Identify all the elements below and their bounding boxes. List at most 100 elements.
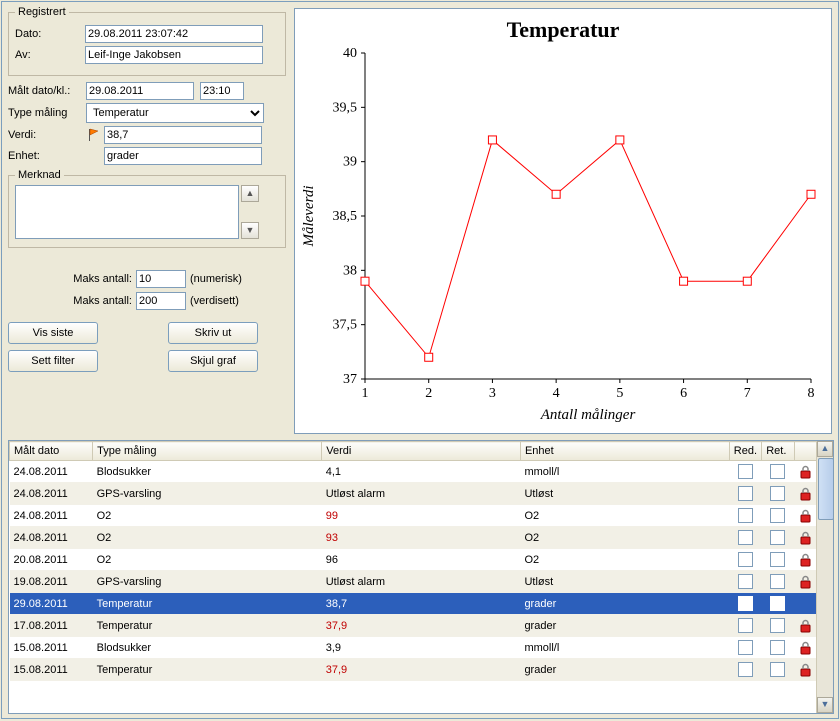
cell-value: 37,9 — [322, 659, 521, 681]
table-row[interactable]: 20.08.2011O296O2 — [10, 549, 817, 571]
max-valueset-label: Maks antall: — [8, 295, 136, 307]
table-row[interactable]: 24.08.2011O299O2 — [10, 505, 817, 527]
cell-value: 3,9 — [322, 637, 521, 659]
cell-red[interactable] — [729, 637, 761, 659]
cell-red[interactable] — [729, 615, 761, 637]
svg-text:40: 40 — [343, 46, 357, 61]
cell-red[interactable] — [729, 505, 761, 527]
note-textarea[interactable] — [15, 185, 239, 239]
cell-type: Blodsukker — [93, 461, 322, 483]
svg-text:8: 8 — [808, 386, 815, 401]
cell-red[interactable] — [729, 461, 761, 483]
max-numeric-input[interactable] — [136, 270, 186, 288]
cell-red[interactable] — [729, 549, 761, 571]
checkbox-red[interactable] — [738, 618, 753, 633]
scroll-thumb[interactable] — [818, 458, 834, 520]
table-row[interactable]: 24.08.2011GPS-varslingUtløst alarmUtløst — [10, 483, 817, 505]
cell-date: 24.08.2011 — [10, 527, 93, 549]
checkbox-red[interactable] — [738, 530, 753, 545]
registered-date-field — [85, 25, 263, 43]
vis-siste-button[interactable]: Vis siste — [8, 322, 98, 344]
col-header-ret[interactable]: Ret. — [762, 442, 794, 461]
cell-type: O2 — [93, 505, 322, 527]
cell-red[interactable] — [729, 571, 761, 593]
checkbox-ret[interactable] — [770, 618, 785, 633]
type-select[interactable]: Temperatur — [86, 103, 264, 123]
cell-ret[interactable] — [762, 659, 794, 681]
scroll-up-button[interactable]: ▲ — [817, 441, 833, 457]
sett-filter-button[interactable]: Sett filter — [8, 350, 98, 372]
skjul-graf-button[interactable]: Skjul graf — [168, 350, 258, 372]
checkbox-ret[interactable] — [770, 508, 785, 523]
cell-date: 24.08.2011 — [10, 461, 93, 483]
checkbox-ret[interactable] — [770, 574, 785, 589]
cell-lock — [794, 593, 816, 615]
table-row[interactable]: 24.08.2011O293O2 — [10, 527, 817, 549]
svg-text:39,5: 39,5 — [333, 100, 358, 115]
max-valueset-input[interactable] — [136, 292, 186, 310]
checkbox-ret[interactable] — [770, 662, 785, 677]
measured-time-input[interactable] — [200, 82, 244, 100]
svg-text:39: 39 — [343, 155, 357, 170]
checkbox-red[interactable] — [738, 464, 753, 479]
note-legend: Merknad — [15, 169, 64, 181]
cell-value: 96 — [322, 549, 521, 571]
cell-red[interactable] — [729, 593, 761, 615]
checkbox-ret[interactable] — [770, 464, 785, 479]
cell-ret[interactable] — [762, 461, 794, 483]
cell-ret[interactable] — [762, 527, 794, 549]
col-header-red[interactable]: Red. — [729, 442, 761, 461]
cell-date: 15.08.2011 — [10, 637, 93, 659]
checkbox-red[interactable] — [738, 574, 753, 589]
table-row[interactable]: 15.08.2011Blodsukker3,9mmoll/l — [10, 637, 817, 659]
cell-ret[interactable] — [762, 615, 794, 637]
scroll-down-button[interactable]: ▼ — [817, 697, 833, 713]
checkbox-red[interactable] — [738, 662, 753, 677]
cell-value: Utløst alarm — [322, 483, 521, 505]
col-header-date[interactable]: Målt dato — [10, 442, 93, 461]
measured-date-input[interactable] — [86, 82, 194, 100]
chart-plot: 3737,53838,53939,54012345678Antall målin… — [295, 43, 831, 429]
lock-icon — [799, 619, 812, 633]
cell-ret[interactable] — [762, 549, 794, 571]
cell-ret[interactable] — [762, 483, 794, 505]
checkbox-red[interactable] — [738, 552, 753, 567]
flag-icon — [86, 128, 100, 142]
checkbox-red[interactable] — [738, 596, 753, 611]
col-header-value[interactable]: Verdi — [322, 442, 521, 461]
cell-ret[interactable] — [762, 637, 794, 659]
svg-text:7: 7 — [744, 386, 751, 401]
lock-icon — [799, 575, 812, 589]
checkbox-ret[interactable] — [770, 530, 785, 545]
table-row[interactable]: 19.08.2011GPS-varslingUtløst alarmUtløst — [10, 571, 817, 593]
table-row[interactable]: 29.08.2011Temperatur38,7grader — [10, 593, 817, 615]
col-header-unit[interactable]: Enhet — [520, 442, 729, 461]
table-row[interactable]: 15.08.2011Temperatur37,9grader — [10, 659, 817, 681]
col-header-lock[interactable] — [794, 442, 816, 461]
note-down-button[interactable]: ▼ — [241, 222, 259, 239]
col-header-type[interactable]: Type måling — [93, 442, 322, 461]
skriv-ut-button[interactable]: Skriv ut — [168, 322, 258, 344]
checkbox-ret[interactable] — [770, 486, 785, 501]
cell-ret[interactable] — [762, 571, 794, 593]
table-row[interactable]: 17.08.2011Temperatur37,9grader — [10, 615, 817, 637]
checkbox-ret[interactable] — [770, 596, 785, 611]
table-row[interactable]: 24.08.2011Blodsukker4,1mmoll/l — [10, 461, 817, 483]
cell-ret[interactable] — [762, 505, 794, 527]
cell-red[interactable] — [729, 659, 761, 681]
checkbox-red[interactable] — [738, 486, 753, 501]
cell-ret[interactable] — [762, 593, 794, 615]
cell-date: 15.08.2011 — [10, 659, 93, 681]
note-up-button[interactable]: ▲ — [241, 185, 259, 202]
value-input[interactable] — [104, 126, 262, 144]
grid-scrollbar[interactable]: ▲ ▼ — [816, 441, 833, 713]
checkbox-ret[interactable] — [770, 552, 785, 567]
checkbox-red[interactable] — [738, 508, 753, 523]
cell-unit: grader — [520, 659, 729, 681]
svg-text:5: 5 — [616, 386, 623, 401]
svg-text:37: 37 — [343, 372, 357, 387]
cell-red[interactable] — [729, 527, 761, 549]
checkbox-red[interactable] — [738, 640, 753, 655]
checkbox-ret[interactable] — [770, 640, 785, 655]
cell-red[interactable] — [729, 483, 761, 505]
